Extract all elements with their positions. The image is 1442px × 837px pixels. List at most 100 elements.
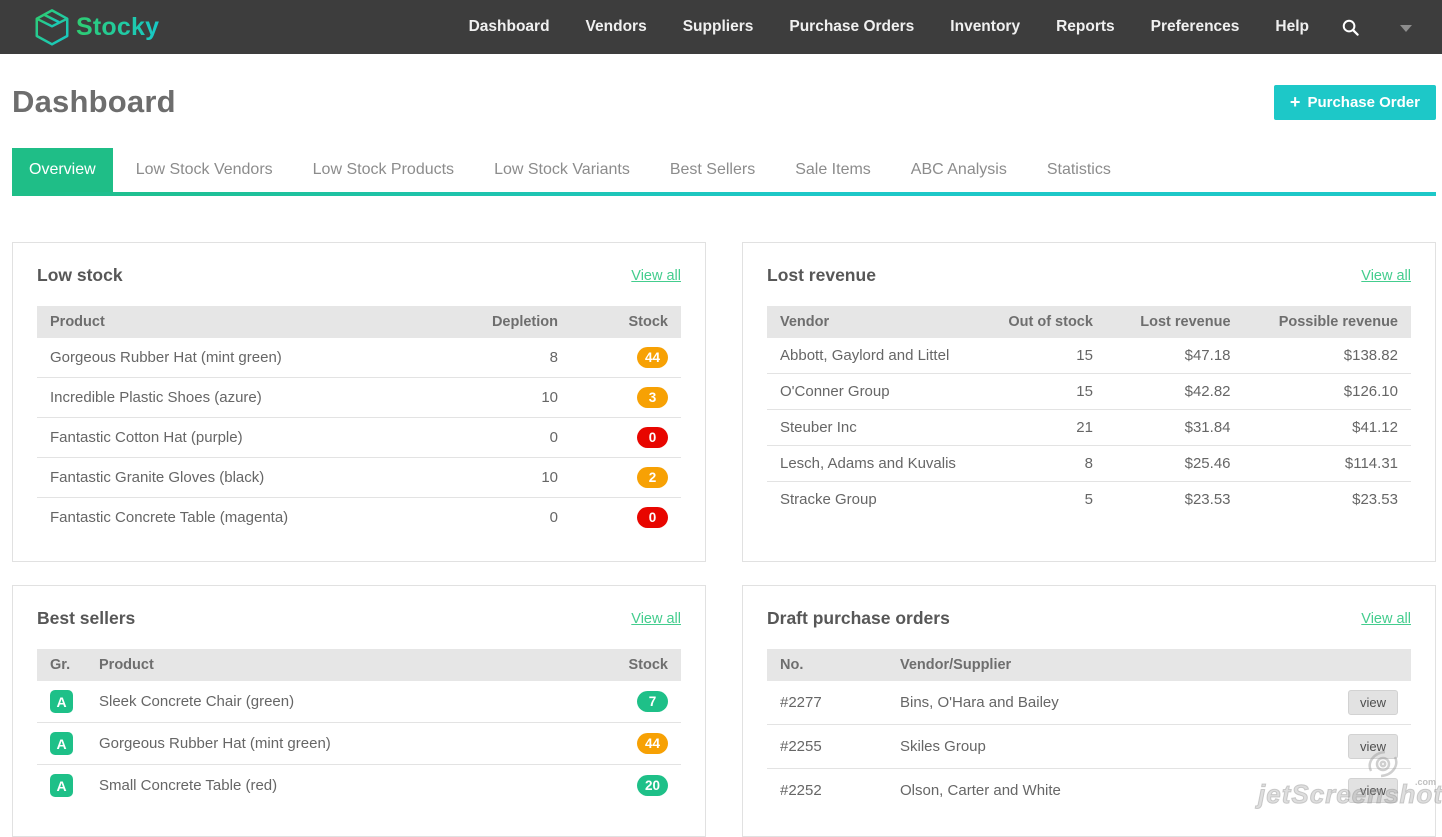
tab-statistics[interactable]: Statistics (1030, 148, 1128, 192)
possible-revenue-value: $126.10 (1244, 374, 1411, 410)
po-number: #2277 (767, 681, 887, 725)
table-row: #2277 Bins, O'Hara and Bailey view (767, 681, 1411, 725)
nav-inventory[interactable]: Inventory (932, 18, 1038, 36)
tab-abc-analysis[interactable]: ABC Analysis (894, 148, 1024, 192)
table-row: Fantastic Cotton Hat (purple) 0 0 (37, 418, 681, 458)
out-of-stock-value: 8 (969, 446, 1106, 482)
vendor-name: Steuber Inc (767, 410, 969, 446)
draft-purchase-orders-table: No. Vendor/Supplier #2277 Bins, O'Hara a… (767, 649, 1411, 812)
column-header: Possible revenue (1244, 306, 1411, 338)
stock-badge: 0 (637, 427, 668, 448)
nav-preferences[interactable]: Preferences (1133, 18, 1258, 36)
possible-revenue-value: $114.31 (1244, 446, 1411, 482)
column-header: Out of stock (969, 306, 1106, 338)
stock-badge: 44 (637, 733, 668, 754)
table-row: Fantastic Granite Gloves (black) 10 2 (37, 458, 681, 498)
best-sellers-view-all-link[interactable]: View all (631, 611, 681, 627)
lost-revenue-value: $31.84 (1106, 410, 1244, 446)
nav-suppliers[interactable]: Suppliers (665, 18, 772, 36)
po-vendor: Bins, O'Hara and Bailey (887, 681, 1335, 725)
tab-overview[interactable]: Overview (12, 148, 113, 192)
table-row: Steuber Inc 21 $31.84 $41.12 (767, 410, 1411, 446)
table-row: Stracke Group 5 $23.53 $23.53 (767, 482, 1411, 518)
nav-purchase-orders[interactable]: Purchase Orders (771, 18, 932, 36)
dashboard-page: Dashboard + Purchase Order Overview Low … (0, 84, 1442, 837)
possible-revenue-value: $138.82 (1244, 338, 1411, 374)
page-title: Dashboard (12, 84, 176, 120)
low-stock-panel: Low stock View all Product Depletion Sto… (12, 242, 706, 562)
column-header: Product (37, 306, 461, 338)
search-icon[interactable] (1327, 18, 1378, 37)
lost-revenue-value: $47.18 (1106, 338, 1244, 374)
tab-low-stock-variants[interactable]: Low Stock Variants (477, 148, 647, 192)
depletion-value: 10 (461, 378, 571, 418)
table-row: Abbott, Gaylord and Littel 15 $47.18 $13… (767, 338, 1411, 374)
low-stock-view-all-link[interactable]: View all (631, 268, 681, 284)
stock-badge: 2 (637, 467, 668, 488)
column-header: No. (767, 649, 887, 681)
view-po-button[interactable]: view (1348, 734, 1398, 759)
column-header: Gr. (37, 649, 86, 681)
lost-revenue-value: $25.46 (1106, 446, 1244, 482)
table-header-row: Product Depletion Stock (37, 306, 681, 338)
tab-sale-items[interactable]: Sale Items (778, 148, 888, 192)
nav-dashboard[interactable]: Dashboard (451, 18, 568, 36)
column-header: Depletion (461, 306, 571, 338)
po-vendor: Olson, Carter and White (887, 769, 1335, 813)
product-name: Fantastic Concrete Table (magenta) (37, 498, 461, 538)
vendor-name: Lesch, Adams and Kuvalis (767, 446, 969, 482)
draft-po-view-all-link[interactable]: View all (1361, 611, 1411, 627)
tab-bar: Overview Low Stock Vendors Low Stock Pro… (12, 148, 1436, 192)
table-row: Gorgeous Rubber Hat (mint green) 8 44 (37, 338, 681, 378)
nav-help[interactable]: Help (1257, 18, 1327, 36)
grade-badge: A (50, 774, 73, 797)
column-header: Stock (571, 649, 681, 681)
product-name: Gorgeous Rubber Hat (mint green) (86, 723, 571, 765)
out-of-stock-value: 15 (969, 374, 1106, 410)
lost-revenue-view-all-link[interactable]: View all (1361, 268, 1411, 284)
view-po-button[interactable]: view (1348, 778, 1398, 803)
tab-best-sellers[interactable]: Best Sellers (653, 148, 772, 192)
possible-revenue-value: $23.53 (1244, 482, 1411, 518)
column-header: Product (86, 649, 571, 681)
out-of-stock-value: 21 (969, 410, 1106, 446)
table-row: Incredible Plastic Shoes (azure) 10 3 (37, 378, 681, 418)
new-purchase-order-button[interactable]: + Purchase Order (1274, 85, 1436, 120)
new-purchase-order-label: Purchase Order (1307, 94, 1420, 111)
stock-badge: 7 (637, 691, 668, 712)
panel-header: Low stock View all (37, 265, 681, 286)
lost-revenue-table: Vendor Out of stock Lost revenue Possibl… (767, 306, 1411, 517)
low-stock-table: Product Depletion Stock Gorgeous Rubber … (37, 306, 681, 537)
plus-icon: + (1290, 93, 1301, 111)
panel-header: Draft purchase orders View all (767, 608, 1411, 629)
nav-vendors[interactable]: Vendors (568, 18, 665, 36)
stock-badge: 44 (637, 347, 668, 368)
column-header (1335, 649, 1411, 681)
tab-low-stock-products[interactable]: Low Stock Products (296, 148, 471, 192)
product-name: Sleek Concrete Chair (green) (86, 681, 571, 723)
table-header-row: No. Vendor/Supplier (767, 649, 1411, 681)
stock-badge: 0 (637, 507, 668, 528)
out-of-stock-value: 5 (969, 482, 1106, 518)
table-row: Fantastic Concrete Table (magenta) 0 0 (37, 498, 681, 538)
lost-revenue-value: $23.53 (1106, 482, 1244, 518)
po-number: #2255 (767, 725, 887, 769)
best-sellers-table: Gr. Product Stock A Sleek Concrete Chair… (37, 649, 681, 806)
vendor-name: Stracke Group (767, 482, 969, 518)
view-po-button[interactable]: view (1348, 690, 1398, 715)
table-row: #2255 Skiles Group view (767, 725, 1411, 769)
brand-logo[interactable]: Stocky (34, 7, 159, 47)
column-header: Vendor (767, 306, 969, 338)
table-header-row: Gr. Product Stock (37, 649, 681, 681)
panel-title: Low stock (37, 265, 123, 286)
chevron-down-icon[interactable] (1400, 25, 1412, 32)
page-header: Dashboard + Purchase Order (12, 84, 1436, 120)
panel-title: Draft purchase orders (767, 608, 950, 629)
table-row: A Gorgeous Rubber Hat (mint green) 44 (37, 723, 681, 765)
column-header: Vendor/Supplier (887, 649, 1335, 681)
possible-revenue-value: $41.12 (1244, 410, 1411, 446)
table-row: Lesch, Adams and Kuvalis 8 $25.46 $114.3… (767, 446, 1411, 482)
tab-low-stock-vendors[interactable]: Low Stock Vendors (119, 148, 290, 192)
nav-reports[interactable]: Reports (1038, 18, 1133, 36)
tab-underline (12, 192, 1436, 196)
